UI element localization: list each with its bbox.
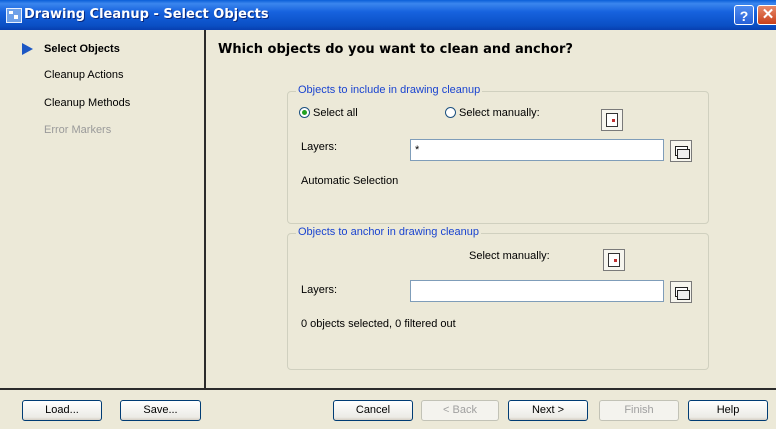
include-objects-group: Objects to include in drawing cleanup Se… [287, 84, 709, 224]
select-manually-radio[interactable]: Select manually: [445, 107, 540, 119]
anchor-status-text: 0 objects selected, 0 filtered out [301, 318, 456, 330]
help-button[interactable]: Help [688, 400, 768, 421]
include-group-legend: Objects to include in drawing cleanup [296, 84, 483, 96]
close-button[interactable]: ✕ [757, 5, 776, 25]
select-all-radio[interactable]: Select all [299, 107, 358, 119]
step-cleanup-actions[interactable]: Cleanup Actions [44, 69, 124, 81]
anchor-select-manually-label: Select manually: [469, 250, 550, 262]
select-manually-label: Select manually: [459, 107, 540, 119]
help-title-button[interactable]: ? [734, 5, 754, 25]
pick-objects-icon [608, 253, 620, 267]
page-heading: Which objects do you want to clean and a… [218, 42, 573, 57]
drawing-cleanup-dialog: Drawing Cleanup - Select Objects ? ✕ Sel… [0, 0, 776, 429]
save-button[interactable]: Save... [120, 400, 201, 421]
include-layers-input[interactable]: * [410, 139, 664, 161]
radio-unchecked-icon [445, 107, 456, 118]
radio-checked-icon [299, 107, 310, 118]
step-error-markers: Error Markers [44, 124, 112, 136]
back-button: < Back [421, 400, 499, 421]
anchor-layers-input[interactable] [410, 280, 664, 302]
anchor-group-legend: Objects to anchor in drawing cleanup [296, 226, 481, 238]
step-cleanup-methods[interactable]: Cleanup Methods [44, 97, 130, 109]
load-button[interactable]: Load... [22, 400, 102, 421]
select-objects-pick-button[interactable] [601, 109, 623, 131]
wizard-steps-sidebar [0, 30, 204, 388]
anchor-objects-group: Objects to anchor in drawing cleanup Sel… [287, 226, 709, 370]
main-panel: Which objects do you want to clean and a… [206, 30, 776, 388]
anchor-layers-button[interactable] [670, 281, 692, 303]
footer-divider [0, 388, 776, 390]
current-step-arrow-icon [22, 43, 33, 55]
cancel-button[interactable]: Cancel [333, 400, 413, 421]
include-layers-label: Layers: [301, 141, 338, 153]
step-select-objects[interactable]: Select Objects [44, 43, 120, 55]
app-icon [6, 8, 22, 23]
pick-objects-icon [606, 113, 618, 127]
window-title: Drawing Cleanup - Select Objects [24, 7, 269, 22]
include-layers-button[interactable] [670, 140, 692, 162]
finish-button: Finish [599, 400, 679, 421]
next-button[interactable]: Next > [508, 400, 588, 421]
include-status-text: Automatic Selection [301, 175, 399, 187]
anchor-select-objects-pick-button[interactable] [603, 249, 625, 271]
title-bar[interactable]: Drawing Cleanup - Select Objects ? ✕ [0, 0, 776, 30]
layers-icon [675, 287, 690, 300]
anchor-layers-label: Layers: [301, 284, 338, 296]
layers-icon [675, 146, 690, 159]
select-all-label: Select all [313, 107, 358, 119]
